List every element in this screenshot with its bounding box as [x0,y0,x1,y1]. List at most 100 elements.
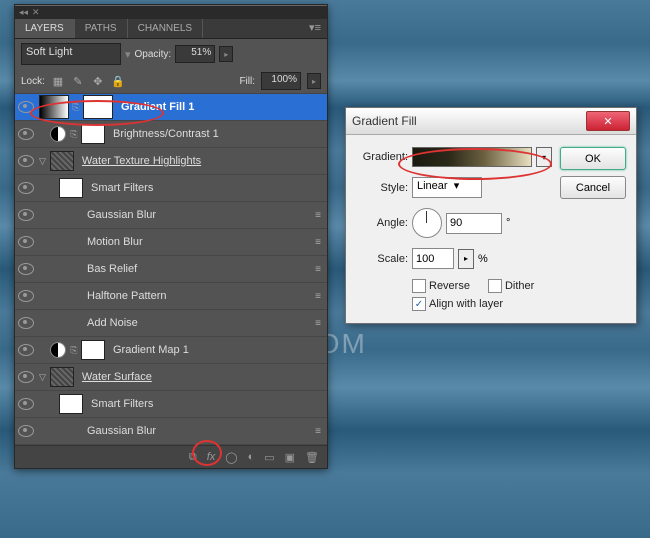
filter-motion-blur[interactable]: Motion Blur ≡ [15,229,327,256]
panel-menu-icon[interactable]: ▾≡ [303,19,327,38]
visibility-toggle[interactable] [15,317,37,329]
layer-label: Water Texture Highlights [82,155,201,167]
visibility-toggle[interactable] [15,236,37,248]
filter-settings-icon[interactable]: ≡ [315,210,321,221]
angle-input[interactable] [446,213,502,234]
eye-icon [18,155,34,167]
scale-label: Scale: [356,253,408,265]
filter-gaussian-blur[interactable]: Gaussian Blur≡ [15,202,327,229]
align-checkbox[interactable]: ✓Align with layer [412,297,552,311]
adjustment-icon[interactable]: ◐ [248,451,255,463]
visibility-toggle[interactable] [15,263,37,275]
close-button[interactable]: ✕ [586,111,630,131]
layer-label: Water Surface [82,371,152,383]
eye-icon [18,371,34,383]
filter-halftone[interactable]: Halftone Pattern≡ [15,283,327,310]
delete-icon[interactable]: 🗑 [305,451,319,464]
expand-icon[interactable]: ▽ [39,372,46,383]
lock-transparent-icon[interactable]: ▦ [51,74,65,88]
lock-pixels-icon[interactable]: ✎ [71,74,85,88]
visibility-toggle[interactable] [15,398,37,410]
blend-mode-select[interactable]: Soft Light [21,43,121,65]
new-layer-icon[interactable]: ▣ [285,451,295,464]
filter-settings-icon[interactable]: ≡ [315,426,321,437]
layer-thumb [50,151,74,171]
tab-channels[interactable]: CHANNELS [128,19,203,38]
smart-filters-row-2[interactable]: Smart Filters [15,391,327,418]
filter-settings-icon[interactable]: ≡ [315,318,321,329]
eye-icon [18,290,34,302]
visibility-toggle[interactable] [15,155,37,167]
eye-icon [18,209,34,221]
lock-all-icon[interactable]: 🔒 [111,74,125,88]
opacity-flyout-icon[interactable]: ▸ [219,46,233,62]
ok-button[interactable]: OK [560,147,626,170]
filter-bas-relief[interactable]: Bas Relief≡ [15,256,327,283]
filter-settings-icon[interactable]: ≡ [315,291,321,302]
visibility-toggle[interactable] [15,290,37,302]
adj-icon [50,126,66,142]
filter-gaussian-blur-2[interactable]: Gaussian Blur≡ [15,418,327,445]
eye-icon [18,317,34,329]
style-label: Style: [356,182,408,194]
group-icon[interactable]: ▭ [264,451,274,464]
layer-label: Gradient Map 1 [113,344,189,356]
collapse-icon[interactable]: ◂◂ [19,7,28,18]
eye-icon [18,182,34,194]
layer-gradient-map[interactable]: ⎘ Gradient Map 1 [15,337,327,364]
visibility-toggle[interactable] [15,209,37,221]
visibility-toggle[interactable] [15,371,37,383]
mask-thumb [81,340,105,360]
layer-water-highlights[interactable]: ▽ Water Texture Highlights [15,148,327,175]
layer-list: ⎘Gradient Fill 1 ⎘Brightness/Contrast 1 … [15,94,327,445]
visibility-toggle[interactable] [15,344,37,356]
visibility-toggle[interactable] [15,425,37,437]
filter-settings-icon[interactable]: ≡ [315,237,321,248]
filter-label: Add Noise [87,317,138,329]
dialog-titlebar[interactable]: Gradient Fill ✕ [346,108,636,135]
panel-minibar: ◂◂ ✕ [15,5,327,19]
visibility-toggle[interactable] [15,182,37,194]
filter-label: Motion Blur [87,236,143,248]
mask-thumb [59,394,83,414]
scale-flyout-icon[interactable]: ▸ [458,249,474,269]
link-icon: ⎘ [69,129,79,140]
opacity-input[interactable]: 51% [175,45,215,63]
eye-icon [18,263,34,275]
link-icon: ⎘ [69,345,79,356]
layer-label: Smart Filters [91,398,153,410]
fill-input[interactable]: 100% [261,72,301,90]
lock-position-icon[interactable]: ✥ [91,74,105,88]
mask-icon[interactable]: ◯ [225,451,237,464]
annotation-circle [398,148,552,180]
scale-input[interactable] [412,248,454,269]
panel-tabs: LAYERS PATHS CHANNELS ▾≡ [15,19,327,39]
dither-checkbox[interactable]: Dither [488,279,534,293]
gradient-fill-dialog: Gradient Fill ✕ Gradient: ▾ Style: Linea… [345,107,637,324]
style-select[interactable]: Linear ▾ [412,177,482,198]
layer-label: Smart Filters [91,182,153,194]
lock-label: Lock: [21,76,45,87]
angle-wheel[interactable] [412,208,442,238]
cancel-button[interactable]: Cancel [560,176,626,199]
close-icon[interactable]: ✕ [32,7,40,18]
smart-filters-row[interactable]: Smart Filters [15,175,327,202]
layer-water-surface[interactable]: ▽ Water Surface [15,364,327,391]
angle-label: Angle: [356,217,408,229]
panel-bottom-bar: ⧉ fx ◯ ◐ ▭ ▣ 🗑 [15,445,327,468]
filter-add-noise[interactable]: Add Noise ≡ [15,310,327,337]
reverse-checkbox[interactable]: Reverse [412,279,470,293]
eye-icon [18,344,34,356]
tab-layers[interactable]: LAYERS [15,19,75,38]
filter-settings-icon[interactable]: ≡ [315,264,321,275]
layer-brightness-contrast[interactable]: ⎘Brightness/Contrast 1 [15,121,327,148]
fill-label: Fill: [239,76,255,87]
blend-opacity-row: Soft Light ▾ Opacity: 51% ▸ [15,39,327,69]
expand-icon[interactable]: ▽ [39,156,46,167]
layer-thumb [50,367,74,387]
mask-thumb [81,124,105,144]
tab-paths[interactable]: PATHS [75,19,128,38]
lock-fill-row: Lock: ▦ ✎ ✥ 🔒 Fill: 100% ▸ [15,69,327,94]
fill-flyout-icon[interactable]: ▸ [307,73,321,89]
visibility-toggle[interactable] [15,128,37,140]
